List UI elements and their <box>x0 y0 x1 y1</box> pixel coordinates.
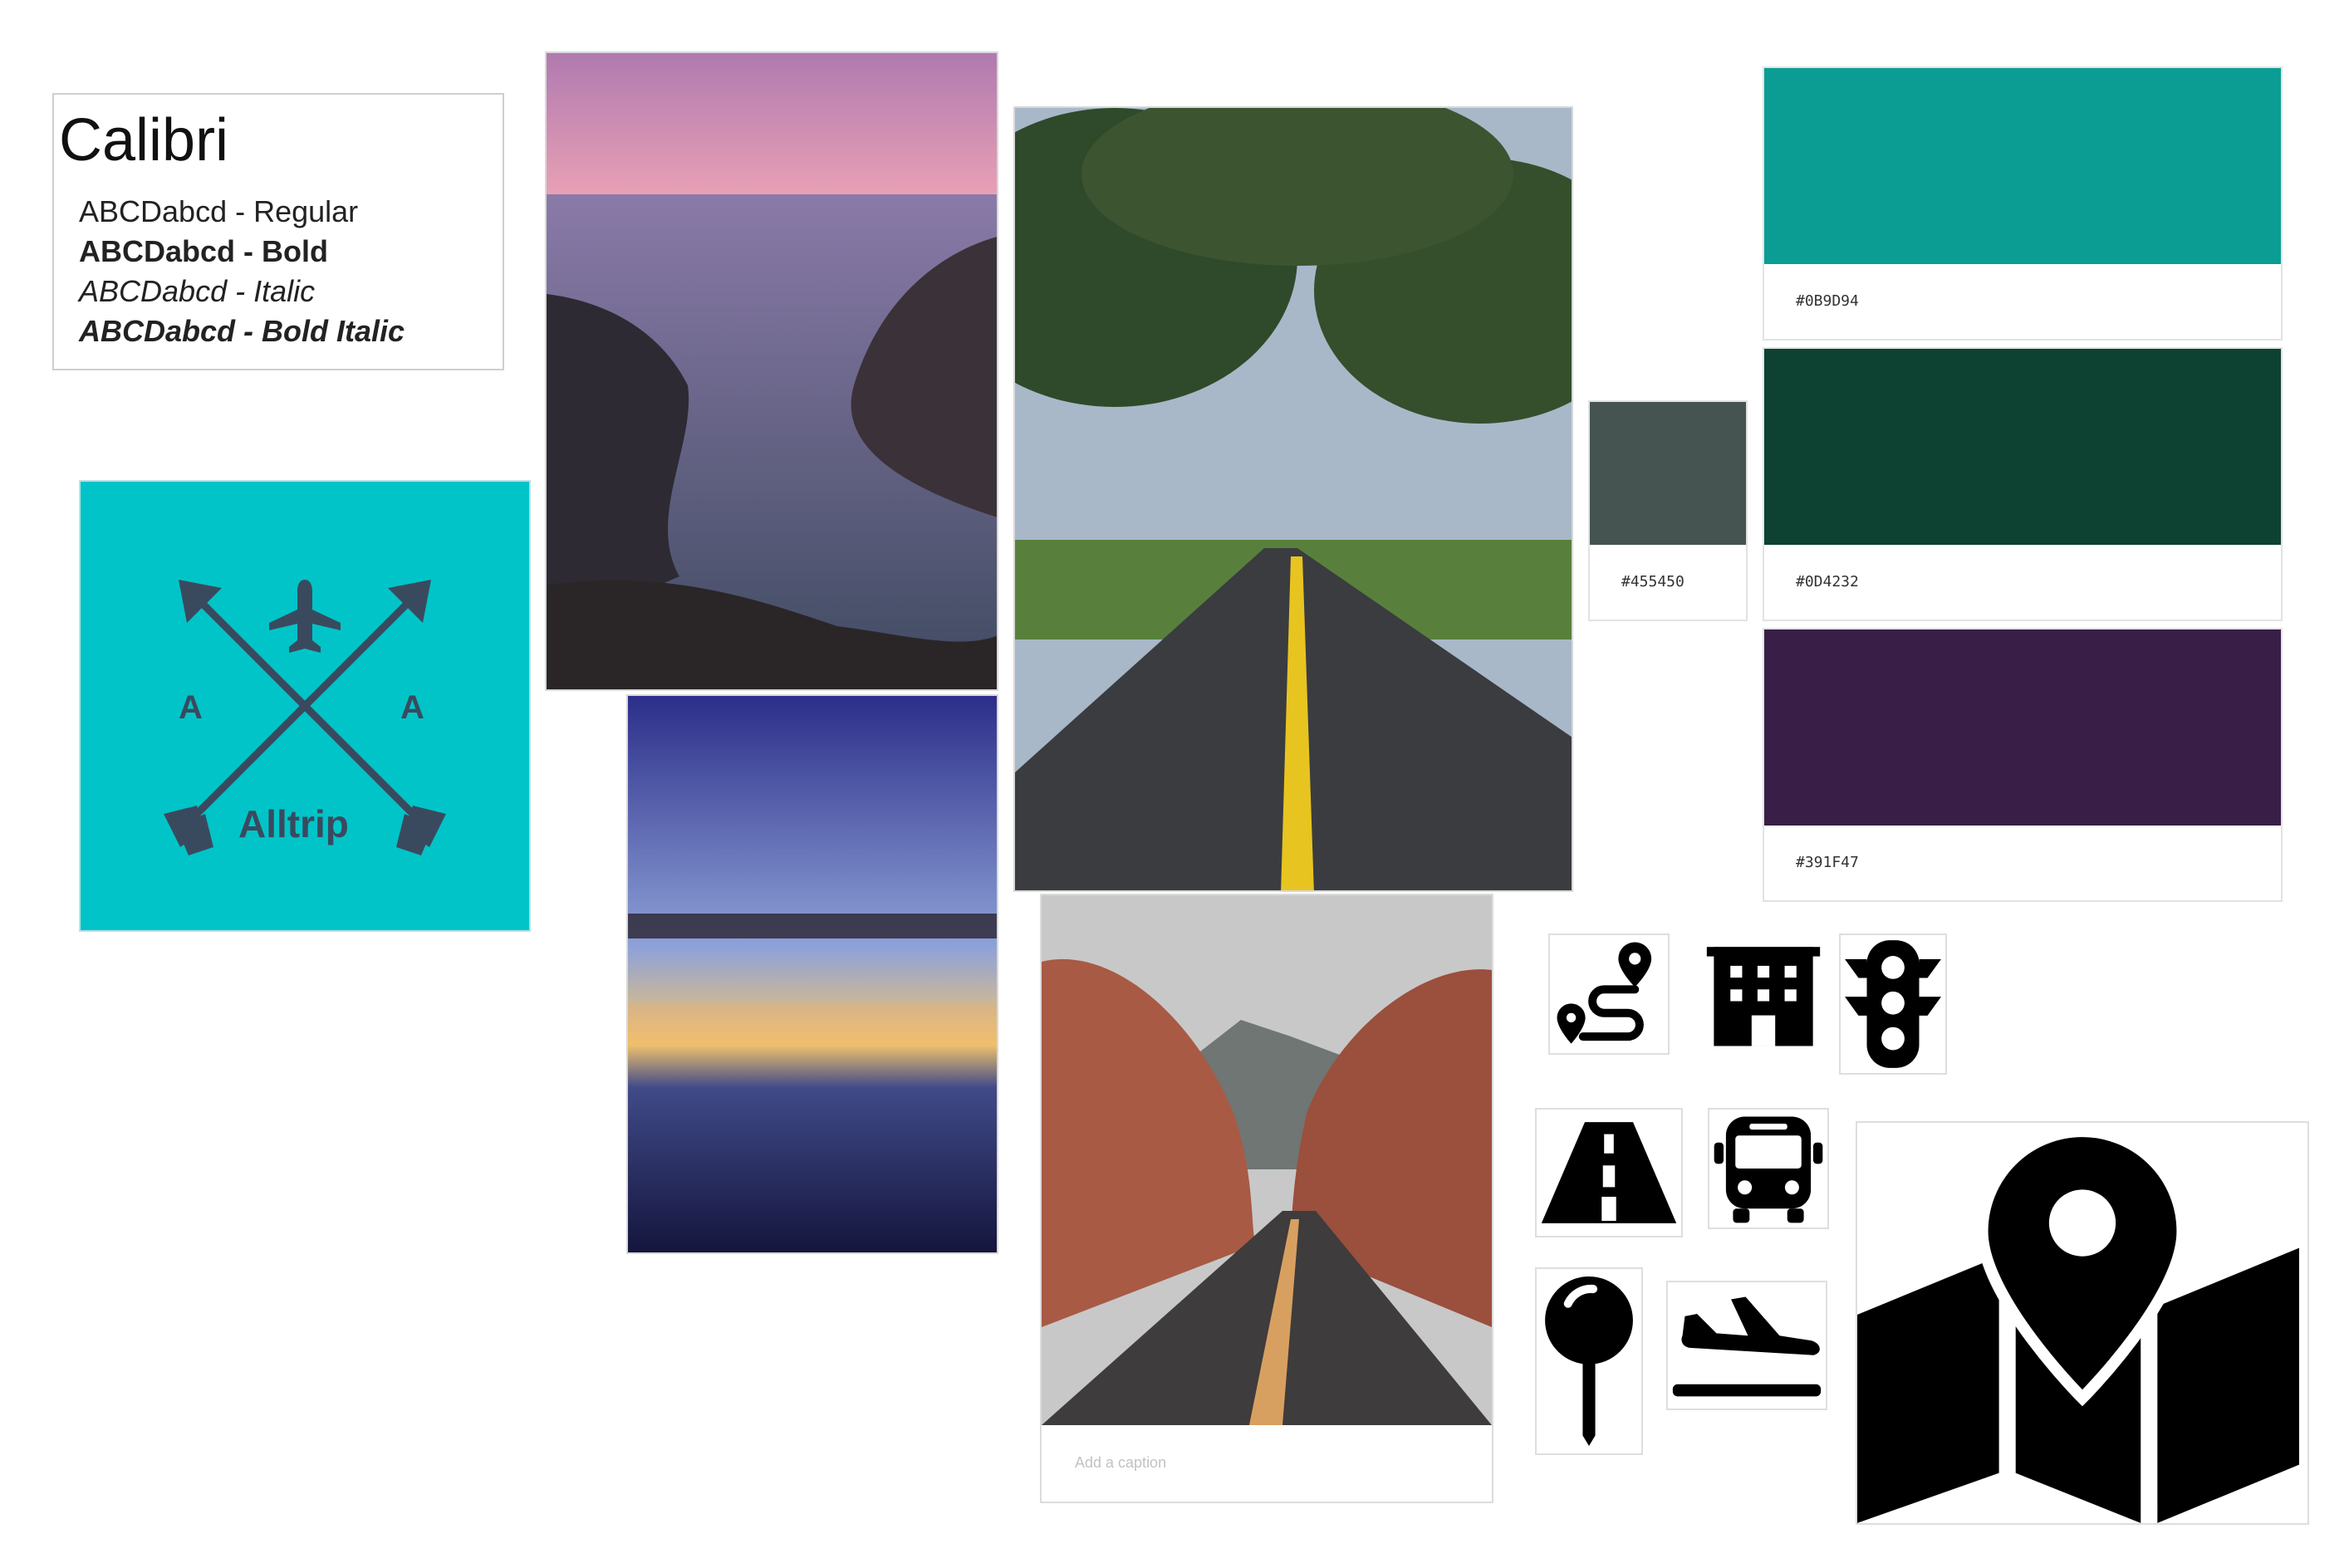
swatch-gray-green: #455450 <box>1588 400 1748 621</box>
photo-lake-sunrise <box>626 694 998 1254</box>
brand-logo: A A Alltrip <box>79 480 531 932</box>
photo-card-desert-road: Add a caption <box>1040 894 1493 1503</box>
swatch-teal: #0B9D94 <box>1763 66 2283 341</box>
font-sample-bold: ABCDabcd - Bold <box>79 234 328 268</box>
map-location-icon <box>1856 1121 2309 1525</box>
swatch-dark-green: #0D4232 <box>1763 347 2283 621</box>
font-sample-italic: ABCDabcd - Italic <box>79 274 316 308</box>
font-sample-bold-italic: ABCDabcd - Bold Italic <box>79 314 405 348</box>
swatch-purple-code: #391F47 <box>1796 854 1859 871</box>
map-pin-icon <box>1535 1267 1643 1455</box>
swatch-purple-color <box>1764 630 2281 826</box>
swatch-teal-color <box>1764 68 2281 264</box>
bus-icon <box>1708 1108 1829 1229</box>
swatch-purple: #391F47 <box>1763 628 2283 902</box>
swatch-gray-green-color <box>1590 402 1746 545</box>
logo-right-letter: A <box>400 689 424 726</box>
caption-input[interactable]: Add a caption <box>1075 1454 1166 1472</box>
swatch-teal-code: #0B9D94 <box>1796 292 1859 310</box>
font-sample-regular: ABCDabcd - Regular <box>79 194 359 228</box>
logo-left-letter: A <box>179 689 203 726</box>
traffic-light-icon <box>1839 933 1947 1075</box>
road-icon <box>1535 1108 1683 1237</box>
photo-desert-road <box>1042 895 1492 1425</box>
font-family-title: Calibri <box>59 107 229 174</box>
photo-tree-road <box>1013 106 1573 892</box>
photo-sea-rocks <box>545 51 998 691</box>
swatch-gray-green-code: #455450 <box>1621 573 1685 590</box>
hotel-icon <box>1703 933 1824 1055</box>
route-icon <box>1548 933 1670 1055</box>
crossed-arrows-icon <box>164 580 446 855</box>
swatch-dark-green-color <box>1764 349 2281 545</box>
typography-card: Calibri ABCDabcd - Regular ABCDabcd - Bo… <box>52 93 504 370</box>
swatch-dark-green-code: #0D4232 <box>1796 573 1859 590</box>
airplane-landing-icon <box>1666 1281 1827 1410</box>
logo-brand-name: Alltrip <box>238 802 349 845</box>
